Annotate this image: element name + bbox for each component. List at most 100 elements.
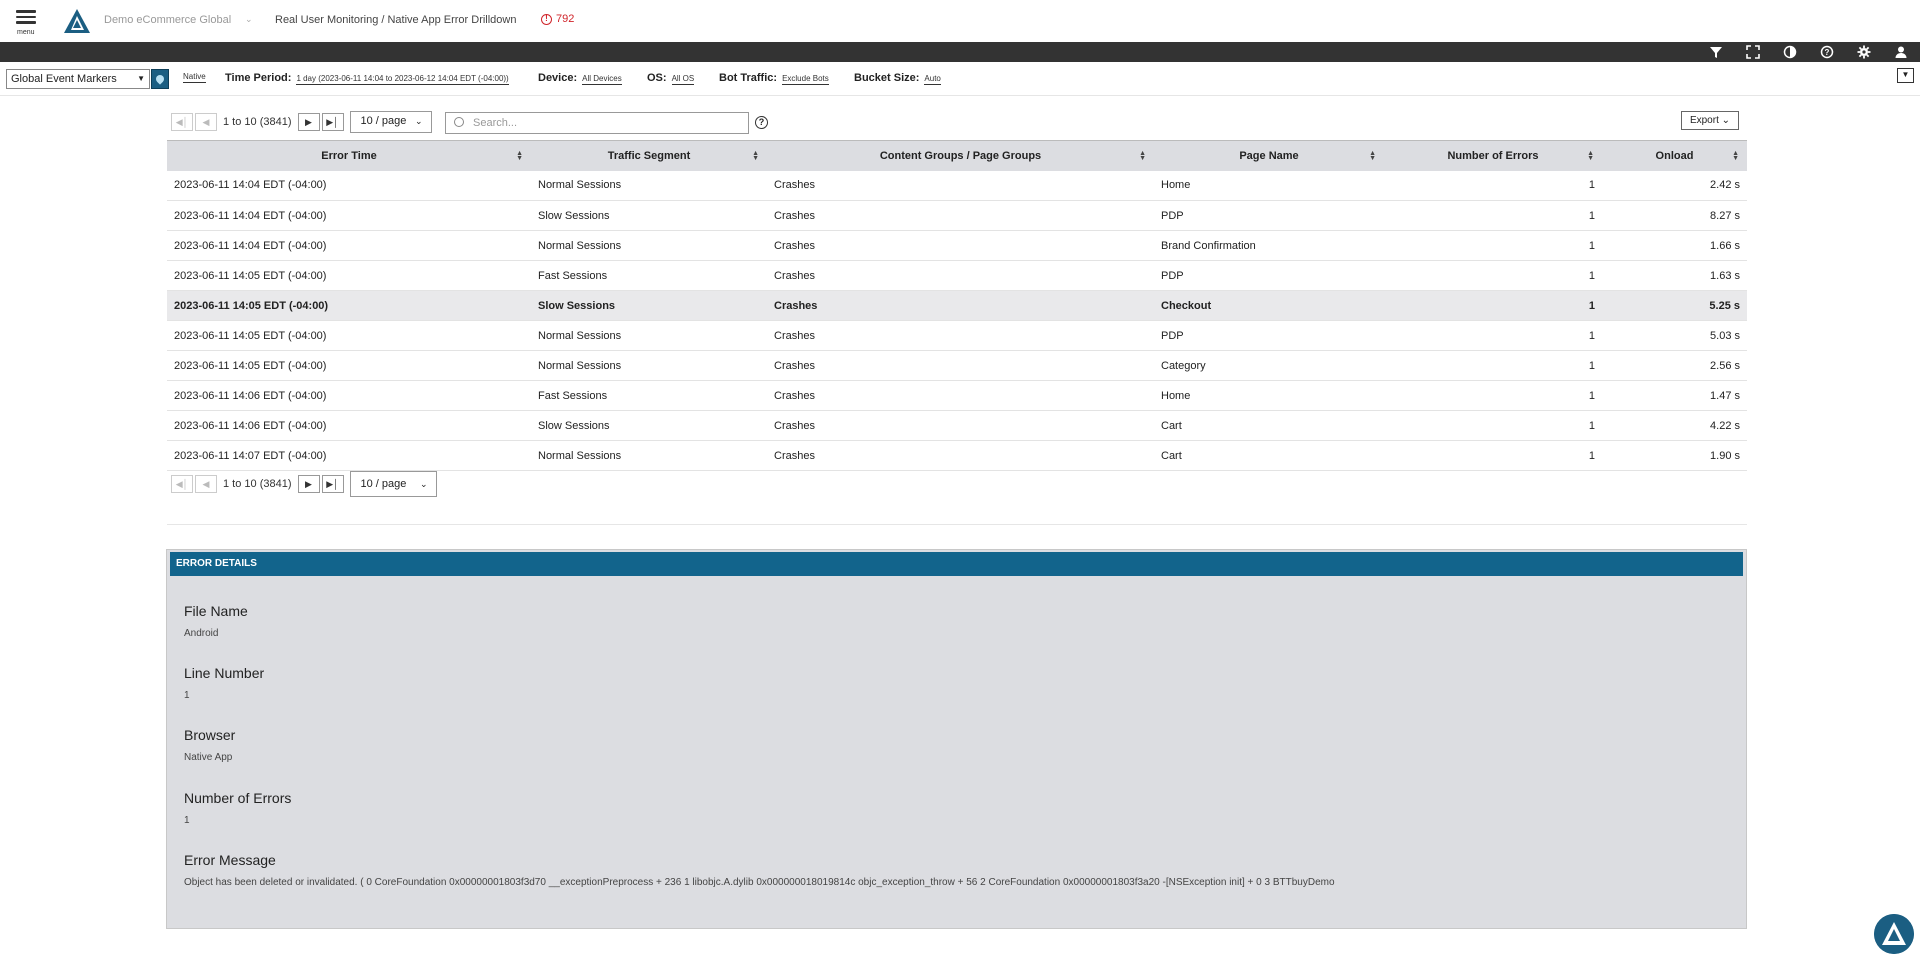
- search-input[interactable]: Search...: [445, 112, 749, 134]
- sort-icon: ▲ ▼: [752, 150, 759, 162]
- table-cell: Cart: [1154, 410, 1384, 441]
- table-cell: Normal Sessions: [531, 350, 767, 381]
- table-row[interactable]: 2023-06-11 14:05 EDT (-04:00) Normal Sess…: [167, 320, 1747, 351]
- time-period-filter[interactable]: Time Period: 1 day (2023-06-11 14:04 to …: [225, 72, 509, 85]
- column-page-name[interactable]: Page Name ▲ ▼: [1154, 140, 1384, 171]
- detail-value: Object has been deleted or invalidated. …: [184, 877, 1335, 888]
- caret-down-icon: ⌄: [414, 116, 423, 126]
- collapse-filters-button[interactable]: ▼: [1897, 68, 1914, 83]
- table-cell: 5.03 s: [1602, 320, 1747, 351]
- help-icon[interactable]: ?: [755, 116, 768, 129]
- filter-icon[interactable]: [1709, 45, 1723, 59]
- table-cell: Checkout: [1154, 290, 1384, 321]
- table-row[interactable]: 2023-06-11 14:04 EDT (-04:00) Normal Sess…: [167, 230, 1747, 261]
- map-pin-button[interactable]: [151, 69, 169, 89]
- table-row[interactable]: 2023-06-11 14:06 EDT (-04:00) Slow Sessio…: [167, 410, 1747, 441]
- per-page-select[interactable]: 10 / page ⌄: [349, 111, 432, 133]
- column-traffic-segment[interactable]: Traffic Segment ▲ ▼: [531, 140, 767, 171]
- table-cell: Normal Sessions: [531, 230, 767, 261]
- help-icon[interactable]: ?: [1820, 45, 1834, 59]
- user-icon[interactable]: [1894, 45, 1908, 59]
- detail-browser: Browser Native App: [184, 727, 235, 763]
- table-cell: Category: [1154, 350, 1384, 381]
- table-cell: Slow Sessions: [531, 410, 767, 441]
- event-markers-select[interactable]: Global Event Markers ▼: [6, 69, 150, 89]
- device-filter[interactable]: Device: All Devices: [538, 72, 622, 85]
- table-cell: Fast Sessions: [531, 260, 767, 291]
- alert-badge[interactable]: ! 792: [541, 13, 574, 25]
- table-cell: Slow Sessions: [531, 200, 767, 231]
- table-cell: Crashes: [767, 200, 1154, 231]
- table-cell: 1: [1384, 230, 1602, 261]
- assistant-button[interactable]: [1874, 914, 1914, 954]
- table-row[interactable]: 2023-06-11 14:04 EDT (-04:00) Slow Sessio…: [167, 200, 1747, 231]
- app-selector[interactable]: Demo eCommerce Global: [104, 14, 231, 26]
- table-row[interactable]: 2023-06-11 14:04 EDT (-04:00) Normal Sess…: [167, 170, 1747, 201]
- table-row[interactable]: 2023-06-11 14:06 EDT (-04:00) Fast Sessio…: [167, 380, 1747, 411]
- logo-icon[interactable]: [63, 8, 91, 34]
- native-value: Native: [183, 72, 206, 83]
- table-cell: 1: [1384, 170, 1602, 201]
- column-content-groups[interactable]: Content Groups / Page Groups ▲ ▼: [767, 140, 1154, 171]
- table-cell: 1.47 s: [1602, 380, 1747, 411]
- native-filter[interactable]: Native: [183, 72, 206, 83]
- page-range: 1 to 10 (3841): [223, 478, 292, 490]
- page-range: 1 to 10 (3841): [223, 116, 292, 128]
- toolbar: ?: [0, 42, 1920, 62]
- table-cell: 2023-06-11 14:05 EDT (-04:00): [167, 290, 531, 321]
- table-cell: 2.56 s: [1602, 350, 1747, 381]
- table-cell: 1: [1384, 410, 1602, 441]
- prev-page-button[interactable]: ◀: [195, 113, 217, 131]
- last-page-button[interactable]: ▶│: [321, 113, 344, 131]
- error-details-title: ERROR DETAILS: [170, 552, 1743, 576]
- time-period-label: Time Period:: [225, 72, 292, 84]
- table-row[interactable]: 2023-06-11 14:07 EDT (-04:00) Normal Sess…: [167, 440, 1747, 471]
- table-cell: Crashes: [767, 230, 1154, 261]
- next-page-button[interactable]: ▶: [297, 475, 320, 493]
- column-number-of-errors[interactable]: Number of Errors ▲ ▼: [1384, 140, 1602, 171]
- column-label: Number of Errors: [1447, 149, 1539, 162]
- table-cell: Crashes: [767, 440, 1154, 471]
- contrast-icon[interactable]: [1783, 45, 1797, 59]
- device-value: All Devices: [582, 74, 622, 85]
- table-cell: 2023-06-11 14:05 EDT (-04:00): [167, 260, 531, 291]
- table-cell: Normal Sessions: [531, 440, 767, 471]
- table-row[interactable]: 2023-06-11 14:05 EDT (-04:00) Slow Sessio…: [167, 290, 1747, 321]
- table-cell: PDP: [1154, 260, 1384, 291]
- export-button[interactable]: Export ⌄: [1681, 111, 1739, 130]
- bucket-size-filter[interactable]: Bucket Size: Auto: [854, 72, 941, 85]
- table-cell: Home: [1154, 380, 1384, 411]
- table-row[interactable]: 2023-06-11 14:05 EDT (-04:00) Fast Sessio…: [167, 260, 1747, 291]
- column-onload[interactable]: Onload ▲ ▼: [1602, 140, 1747, 171]
- chevron-down-icon[interactable]: ⌄: [245, 14, 253, 25]
- column-error-time[interactable]: Error Time ▲ ▼: [167, 140, 531, 171]
- first-page-button[interactable]: ◀│: [171, 113, 193, 131]
- error-details-panel: ERROR DETAILS File Name Android Line Num…: [166, 549, 1747, 929]
- alert-count: 792: [556, 13, 575, 25]
- menu-label: menu: [17, 29, 35, 36]
- bot-traffic-label: Bot Traffic:: [719, 72, 778, 84]
- table-cell: 1: [1384, 380, 1602, 411]
- fullscreen-icon[interactable]: [1746, 45, 1760, 59]
- prev-page-button[interactable]: ◀: [195, 475, 217, 493]
- sort-icon: ▲ ▼: [516, 150, 523, 162]
- table-cell: 1: [1384, 260, 1602, 291]
- table-cell: 4.22 s: [1602, 410, 1747, 441]
- last-page-button[interactable]: ▶│: [321, 475, 344, 493]
- pagination-top: ◀│ ◀ 1 to 10 (3841) ▶ ▶│ 10 / page ⌄: [171, 111, 432, 133]
- settings-icon[interactable]: [1857, 45, 1871, 59]
- first-page-button[interactable]: ◀│: [171, 475, 193, 493]
- table-cell: Crashes: [767, 170, 1154, 201]
- detail-label: Line Number: [184, 665, 265, 681]
- per-page-value: 10 / page: [360, 115, 407, 127]
- menu-button[interactable]: menu: [14, 7, 38, 37]
- per-page-select[interactable]: 10 / page ⌄: [349, 471, 437, 497]
- hamburger-icon-bar: [16, 21, 36, 24]
- bot-traffic-filter[interactable]: Bot Traffic: Exclude Bots: [719, 72, 829, 85]
- table-row[interactable]: 2023-06-11 14:05 EDT (-04:00) Normal Sess…: [167, 350, 1747, 381]
- event-markers-value: Global Event Markers: [11, 73, 117, 85]
- os-filter[interactable]: OS: All OS: [647, 72, 695, 85]
- next-page-button[interactable]: ▶: [297, 113, 320, 131]
- time-period-value: 1 day (2023-06-11 14:04 to 2023-06-12 14…: [296, 74, 509, 85]
- hamburger-icon: [16, 10, 36, 13]
